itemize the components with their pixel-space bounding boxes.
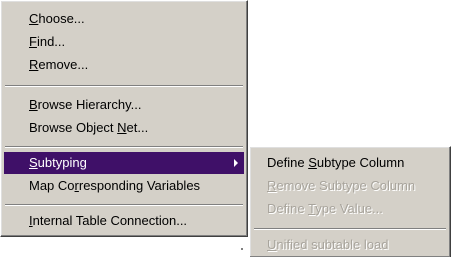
menu-item-label: emove...: [38, 57, 89, 72]
menu-item-label: ype Value...: [315, 201, 383, 216]
submenu-item-define-type-value: Define Type Value...: [253, 198, 447, 220]
subtyping-submenu: Define Subtype Column Remove Subtype Col…: [249, 146, 451, 257]
submenu-item-define-subtype-column[interactable]: Define Subtype Column: [253, 152, 447, 174]
accelerator-key: N: [117, 120, 127, 135]
menu-item-map-corresponding-variables[interactable]: Map Corresponding Variables: [4, 175, 244, 197]
menu-item-label: et...: [126, 120, 149, 135]
menu-separator: [5, 204, 243, 206]
accelerator-key: C: [29, 11, 39, 26]
menu-item-label: emove Subtype Column: [276, 178, 416, 193]
menu-item-label: ind...: [36, 34, 66, 49]
context-menu: Choose... Find... Remove... Browse Hiera…: [0, 0, 248, 237]
menu-item-find[interactable]: Find...: [4, 31, 244, 53]
menu-item-label: nified subtable load: [276, 237, 389, 252]
menu-separator: [254, 228, 446, 230]
menu-item-subtyping[interactable]: Subtyping: [4, 152, 244, 174]
menu-item-browse-hierarchy[interactable]: Browse Hierarchy...: [4, 94, 244, 116]
submenu-item-remove-subtype-column: Remove Subtype Column: [253, 175, 447, 197]
menu-item-label: ubtype Column: [316, 155, 405, 170]
menu-item-browse-object-net[interactable]: Browse Object Net...: [4, 117, 244, 139]
accelerator-key: S: [308, 155, 317, 170]
background-dot: [241, 248, 243, 250]
menu-item-label: nternal Table Connection...: [32, 213, 188, 228]
menu-item-label: hoose...: [38, 11, 85, 26]
accelerator-key: S: [29, 155, 38, 170]
menu-item-remove[interactable]: Remove...: [4, 54, 244, 76]
accelerator-key: U: [267, 237, 277, 252]
menu-item-label-prefix: Browse Object: [29, 120, 118, 135]
menu-item-label: responding Variables: [78, 178, 201, 193]
menu-item-label-prefix: Define: [267, 155, 309, 170]
menu-item-internal-table-connection[interactable]: Internal Table Connection...: [4, 210, 244, 232]
menu-separator: [5, 146, 243, 148]
screen: Choose... Find... Remove... Browse Hiera…: [0, 0, 451, 257]
accelerator-key: B: [29, 97, 38, 112]
menu-item-label-prefix: Map Co: [29, 178, 75, 193]
menu-separator: [5, 85, 243, 87]
menu-item-label: ubtyping: [37, 155, 87, 170]
menu-item-choose[interactable]: Choose...: [4, 8, 244, 30]
submenu-item-unified-subtable-load: Unified subtable load: [253, 234, 447, 256]
menu-item-label-prefix: Define: [267, 201, 308, 216]
submenu-arrow-icon: [234, 159, 238, 167]
accelerator-key: R: [29, 57, 39, 72]
menu-item-label: rowse Hierarchy...: [37, 97, 142, 112]
accelerator-key: F: [29, 34, 37, 49]
accelerator-key: R: [267, 178, 277, 193]
